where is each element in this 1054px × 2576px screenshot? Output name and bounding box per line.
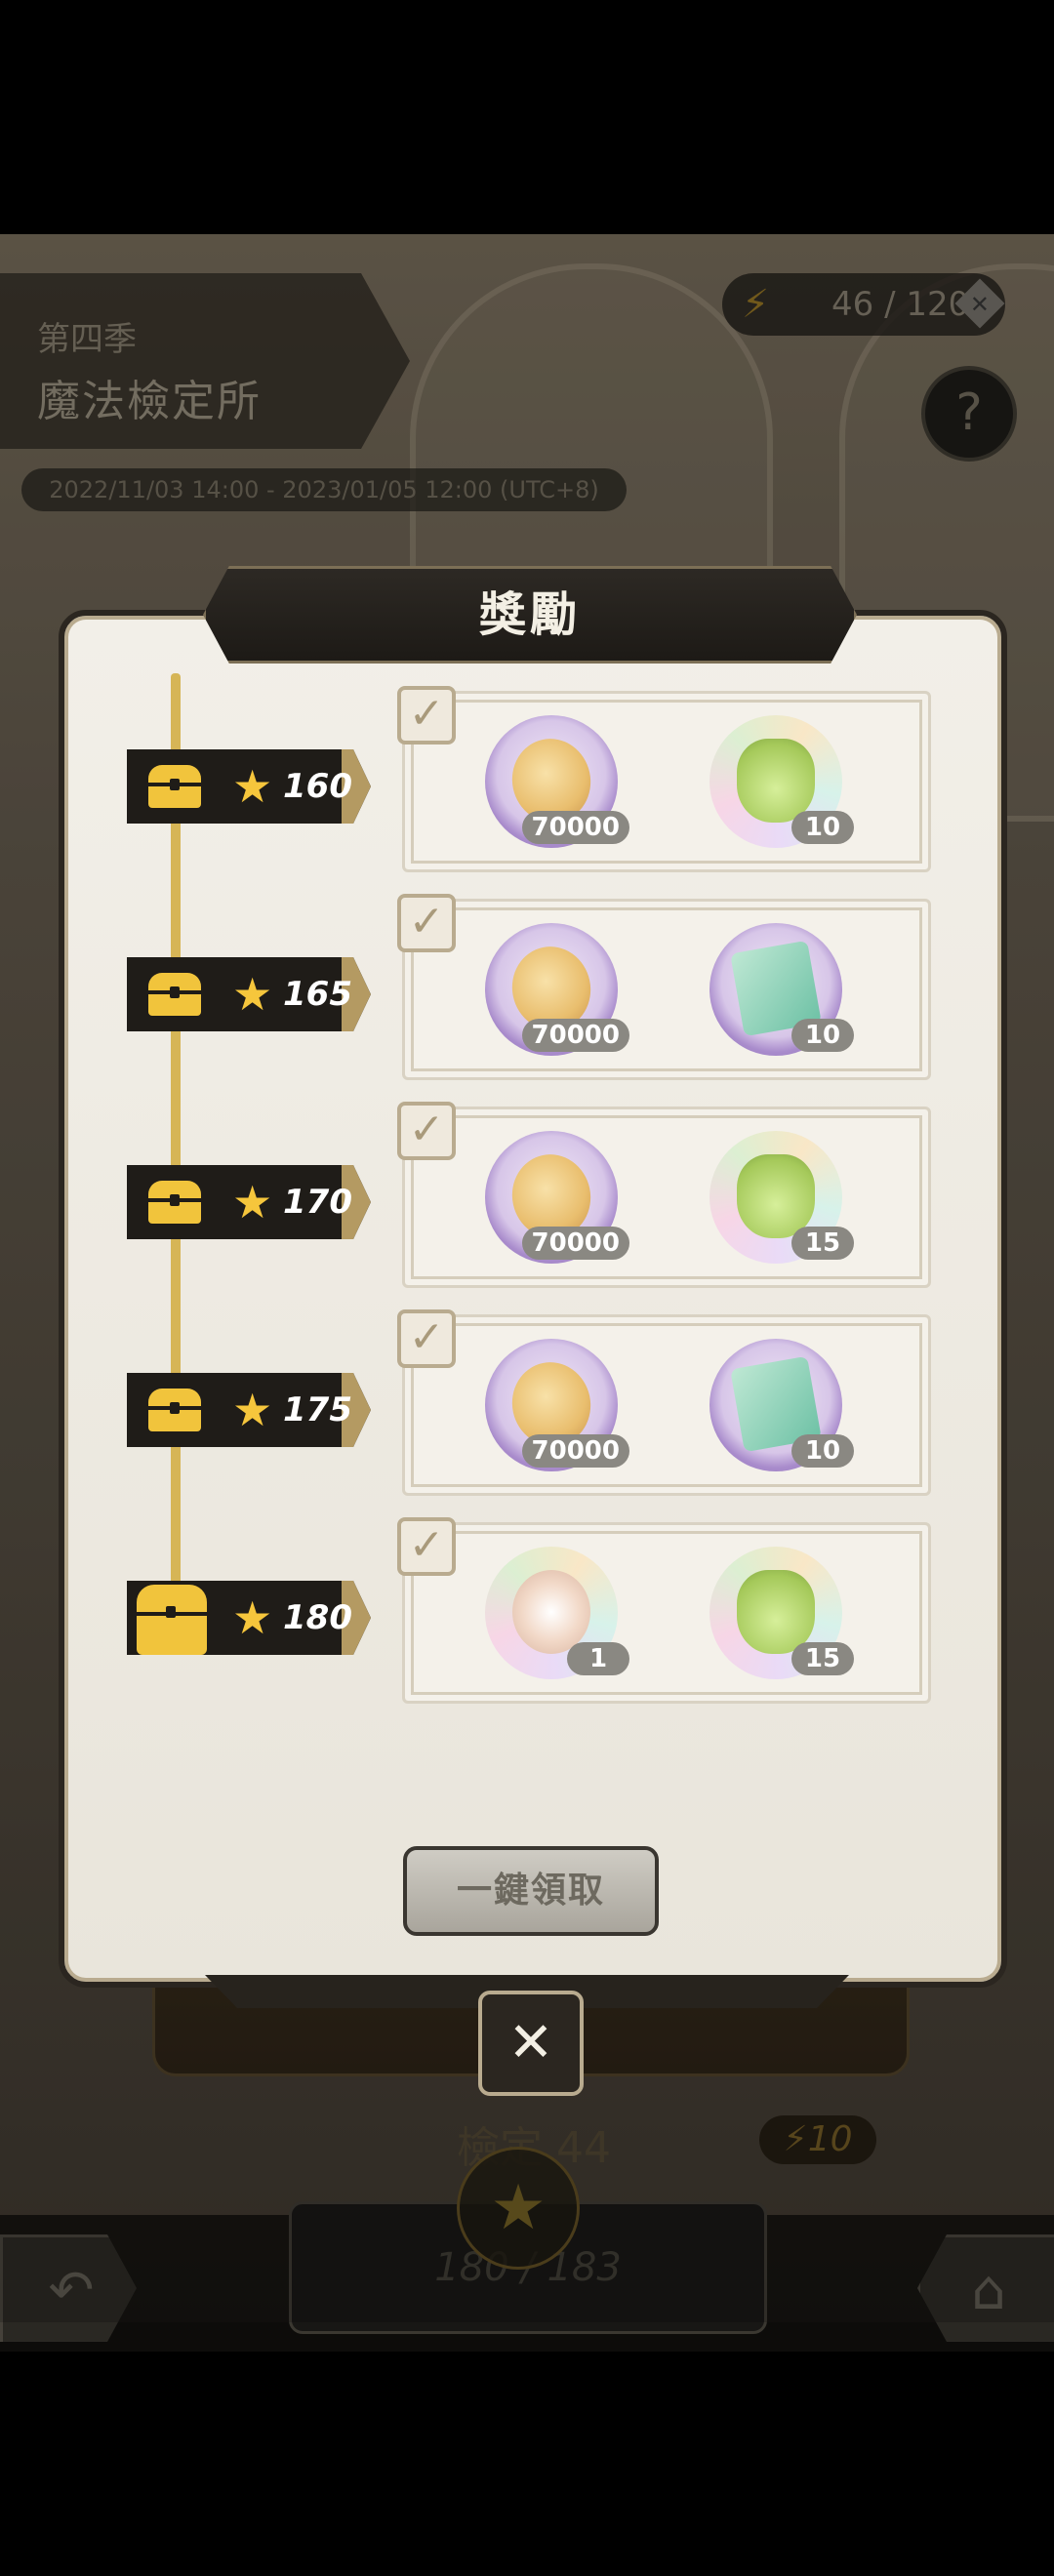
star-icon: ★ [232, 1384, 273, 1436]
item-quantity: 15 [791, 1642, 854, 1675]
ticket-icon[interactable]: 10 [709, 923, 854, 1056]
claimed-check-icon: ✓ [397, 894, 456, 952]
tier-tag: ★ 175 [127, 1373, 371, 1447]
potion-icon[interactable]: 15 [709, 1547, 854, 1679]
claimed-check-icon: ✓ [397, 1517, 456, 1576]
item-quantity: 10 [791, 1019, 854, 1052]
chest-icon [148, 1389, 201, 1431]
close-icon: ✕ [507, 2011, 554, 2074]
reward-card[interactable]: ✓ 1 15 [397, 1517, 931, 1704]
reward-card[interactable]: ✓ 70000 10 [397, 894, 931, 1080]
claim-all-button[interactable]: 一鍵領取 [403, 1846, 659, 1936]
tier-star-requirement: 175 [283, 1390, 352, 1429]
item-art [737, 1154, 815, 1238]
reward-card[interactable]: ✓ 70000 15 [397, 1102, 931, 1288]
claimed-check-icon: ✓ [397, 1309, 456, 1368]
potion-icon[interactable]: 10 [709, 715, 854, 848]
tier-star-requirement: 160 [283, 767, 352, 806]
item-quantity: 1 [567, 1642, 629, 1675]
claimed-check-icon: ✓ [397, 686, 456, 745]
modal-title: 獎勵 [203, 566, 857, 664]
star-icon: ★ [232, 968, 273, 1021]
claimed-check-icon: ✓ [397, 1102, 456, 1160]
item-quantity: 70000 [521, 1434, 629, 1468]
tier-tag: ★ 160 [127, 749, 371, 824]
item-art [512, 1570, 590, 1654]
star-icon: ★ [232, 1176, 273, 1228]
gold-coin-icon[interactable]: 70000 [485, 923, 629, 1056]
potion-icon[interactable]: 15 [709, 1131, 854, 1264]
item-quantity: 10 [791, 811, 854, 844]
item-art [737, 1570, 815, 1654]
crystal-icon[interactable]: 1 [485, 1547, 629, 1679]
item-quantity: 10 [791, 1434, 854, 1468]
item-quantity: 70000 [521, 811, 629, 844]
chest-icon [148, 1181, 201, 1224]
tier-star-requirement: 180 [283, 1598, 352, 1637]
gold-coin-icon[interactable]: 70000 [485, 1339, 629, 1471]
item-art [737, 739, 815, 823]
reward-card[interactable]: ✓ 70000 10 [397, 1309, 931, 1496]
gold-coin-icon[interactable]: 70000 [485, 715, 629, 848]
item-quantity: 70000 [521, 1019, 629, 1052]
star-icon: ★ [232, 760, 273, 813]
gold-coin-icon[interactable]: 70000 [485, 1131, 629, 1264]
tier-tag: ★ 165 [127, 957, 371, 1031]
chest-icon [148, 973, 201, 1016]
tier-star-requirement: 165 [283, 975, 352, 1014]
item-quantity: 70000 [521, 1227, 629, 1260]
item-quantity: 15 [791, 1227, 854, 1260]
tier-tag: ★ 170 [127, 1165, 371, 1239]
ticket-icon[interactable]: 10 [709, 1339, 854, 1471]
chest-icon [148, 765, 201, 808]
tier-tag: ★ 180 [127, 1581, 371, 1655]
close-button[interactable]: ✕ [478, 1991, 584, 2096]
reward-card[interactable]: ✓ 70000 10 [397, 686, 931, 872]
star-icon: ★ [232, 1591, 273, 1644]
tier-star-requirement: 170 [283, 1183, 352, 1222]
chest-icon [137, 1585, 207, 1655]
